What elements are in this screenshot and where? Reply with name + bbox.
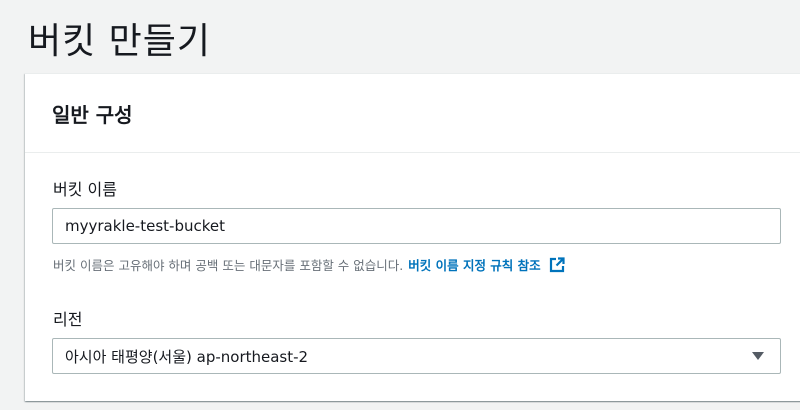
- region-select[interactable]: 아시아 태평양(서울) ap-northeast-2: [52, 338, 781, 374]
- panel-title: 일반 구성: [52, 102, 133, 127]
- external-link-icon[interactable]: [549, 256, 565, 273]
- bucket-name-input[interactable]: [52, 208, 781, 244]
- region-label: 리전: [53, 310, 83, 329]
- bucket-name-hint: 버킷 이름은 고유해야 하며 공백 또는 대문자를 포함할 수 없습니다. 버킷…: [53, 255, 565, 274]
- caret-down-icon: [752, 352, 764, 360]
- bucket-name-hint-text: 버킷 이름은 고유해야 하며 공백 또는 대문자를 포함할 수 없습니다.: [53, 258, 404, 273]
- panel-header: 일반 구성: [25, 74, 800, 153]
- bucket-name-label: 버킷 이름: [53, 180, 117, 199]
- naming-rules-link[interactable]: 버킷 이름 지정 규칙 참조: [408, 255, 540, 274]
- page-title: 버킷 만들기: [28, 21, 212, 62]
- general-config-panel: 일반 구성 버킷 이름 버킷 이름은 고유해야 하며 공백 또는 대문자를 포함…: [25, 73, 800, 401]
- region-select-value: 아시아 태평양(서울) ap-northeast-2: [65, 347, 309, 366]
